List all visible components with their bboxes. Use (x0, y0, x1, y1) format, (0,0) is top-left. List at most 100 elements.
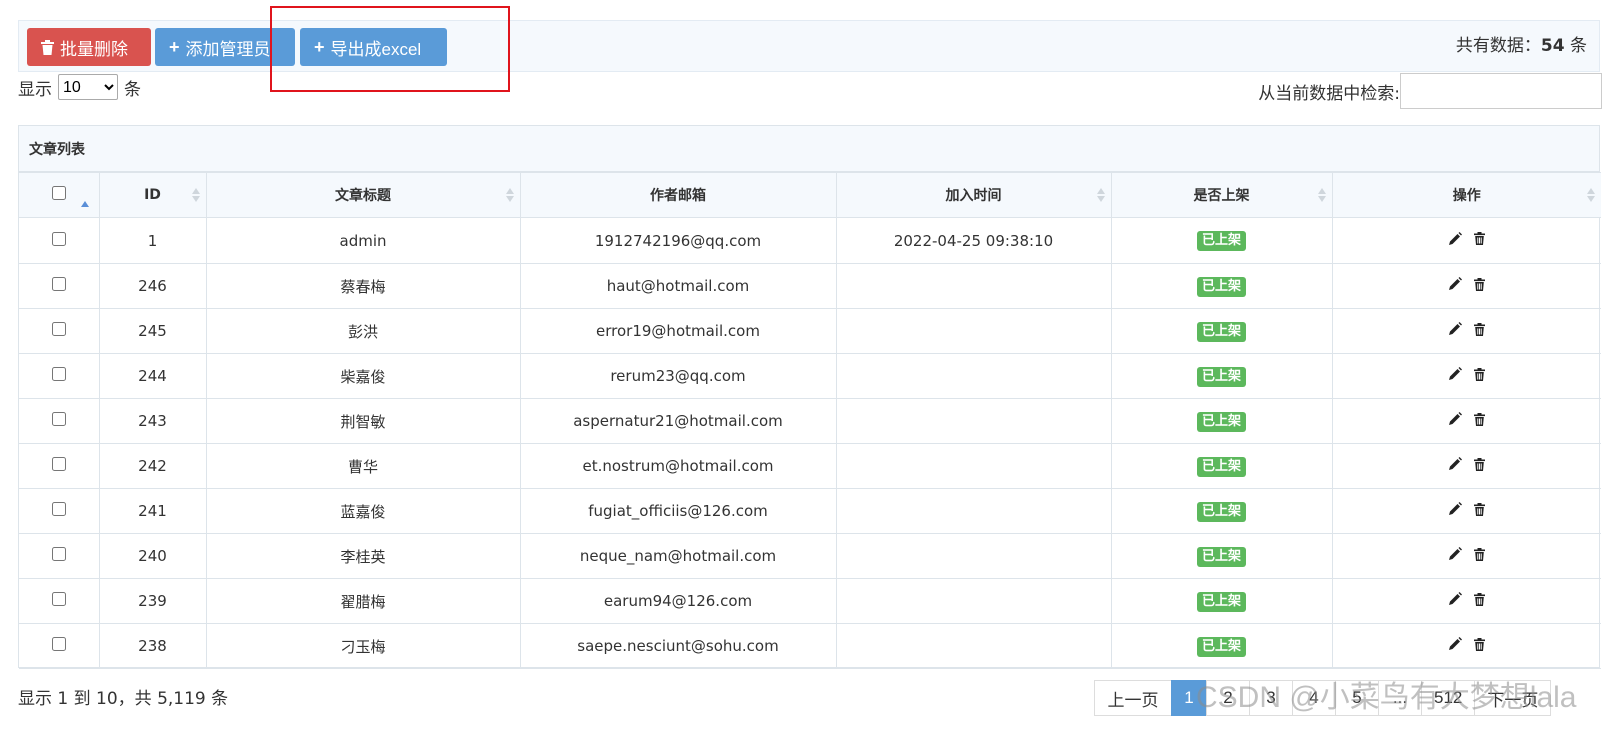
pencil-icon[interactable] (1448, 277, 1463, 291)
row-checkbox[interactable] (51, 322, 66, 336)
pencil-icon[interactable] (1448, 547, 1463, 561)
cell-email: earum94@126.com (519, 578, 837, 624)
search-input[interactable] (1400, 73, 1602, 109)
row-checkbox[interactable] (51, 367, 66, 381)
table-row: 240 李桂英 neque_nam@hotmail.com 已上架 (19, 533, 1601, 579)
sort-icon (1096, 188, 1105, 202)
cell-email: haut@hotmail.com (519, 263, 837, 309)
row-checkbox[interactable] (51, 592, 66, 606)
column-header-time[interactable]: 加入时间 (835, 172, 1112, 218)
cell-status: 已上架 (1110, 533, 1333, 579)
pencil-icon[interactable] (1448, 412, 1463, 426)
status-badge: 已上架 (1196, 321, 1246, 342)
table-row: 243 荆智敏 aspernatur21@hotmail.com 已上架 (19, 398, 1601, 444)
row-checkbox[interactable] (51, 412, 66, 426)
trash-icon[interactable] (1474, 277, 1486, 291)
pencil-icon[interactable] (1448, 502, 1463, 516)
cell-email: et.nostrum@hotmail.com (519, 443, 837, 489)
article-table: ID 文章标题 作者邮箱 加入时间 是否上架 操作 1 admin 191274… (19, 172, 1601, 669)
status-badge: 已上架 (1196, 456, 1246, 477)
plus-icon: + (314, 36, 325, 57)
page-length-select[interactable]: 10 (58, 74, 118, 100)
pencil-icon[interactable] (1448, 231, 1463, 246)
page-button-4[interactable]: 4 (1292, 680, 1336, 716)
prev-page-button[interactable]: 上一页 (1094, 680, 1172, 716)
pencil-icon[interactable] (1448, 367, 1463, 381)
row-checkbox[interactable] (51, 457, 66, 471)
trash-icon[interactable] (1474, 322, 1486, 336)
panel-title: 文章列表 (19, 126, 1599, 172)
row-select-cell (19, 353, 100, 399)
cell-email: neque_nam@hotmail.com (519, 533, 837, 579)
trash-icon[interactable] (1474, 232, 1486, 245)
cell-title: 蔡春梅 (205, 263, 521, 309)
table-row: 238 刁玉梅 saepe.nesciunt@sohu.com 已上架 (19, 623, 1601, 669)
cell-actions (1331, 488, 1601, 534)
batch-delete-button[interactable]: 批量删除 (27, 28, 151, 66)
page-button-2[interactable]: 2 (1206, 680, 1250, 716)
export-excel-button[interactable]: + 导出成excel (300, 28, 447, 66)
pencil-icon[interactable] (1448, 637, 1463, 651)
export-excel-label: 导出成excel (330, 39, 422, 59)
trash-icon[interactable] (1474, 367, 1486, 381)
cell-status: 已上架 (1110, 398, 1333, 444)
row-select-cell (19, 263, 100, 309)
toolbar: 批量删除 + 添加管理员 + 导出成excel 共有数据：54 条 (18, 20, 1600, 72)
add-admin-button[interactable]: + 添加管理员 (155, 28, 295, 66)
column-header-actions[interactable]: 操作 (1331, 172, 1601, 218)
page-button-last[interactable]: 512 (1421, 680, 1476, 716)
pagination: 上一页 1 2 3 4 5 ... 512 下一页 (1094, 680, 1552, 716)
trash-icon[interactable] (1474, 637, 1486, 651)
column-header-id[interactable]: ID (98, 172, 207, 218)
cell-id: 243 (98, 398, 207, 444)
trash-icon[interactable] (1474, 547, 1486, 561)
column-header-email: 作者邮箱 (519, 172, 837, 218)
row-select-cell (19, 578, 100, 624)
header-label: 文章标题 (335, 188, 391, 204)
cell-email: rerum23@qq.com (519, 353, 837, 399)
search-control: 从当前数据中检索: (1258, 73, 1602, 109)
trash-icon[interactable] (1474, 412, 1486, 426)
page-button-5[interactable]: 5 (1335, 680, 1379, 716)
cell-title: 蓝嘉俊 (205, 488, 521, 534)
page-button-1[interactable]: 1 (1171, 680, 1207, 716)
cell-actions (1331, 623, 1601, 669)
cell-status: 已上架 (1110, 263, 1333, 309)
row-checkbox[interactable] (51, 277, 66, 291)
sort-icon[interactable] (80, 185, 89, 207)
row-checkbox[interactable] (51, 502, 66, 516)
cell-status: 已上架 (1110, 623, 1333, 669)
page-button-3[interactable]: 3 (1249, 680, 1293, 716)
page-ellipsis: ... (1378, 680, 1422, 716)
table-row: 244 柴嘉俊 rerum23@qq.com 已上架 (19, 353, 1601, 399)
status-badge: 已上架 (1196, 636, 1246, 657)
row-select-cell (19, 217, 100, 264)
total-prefix: 共有数据： (1455, 36, 1541, 56)
cell-actions (1331, 353, 1601, 399)
table-row: 241 蓝嘉俊 fugiat_officiis@126.com 已上架 (19, 488, 1601, 534)
cell-status: 已上架 (1110, 488, 1333, 534)
column-header-status[interactable]: 是否上架 (1110, 172, 1333, 218)
header-label: 是否上架 (1193, 188, 1250, 204)
select-all-checkbox[interactable] (51, 186, 66, 200)
cell-status: 已上架 (1110, 308, 1333, 354)
pencil-icon[interactable] (1448, 592, 1463, 606)
column-header-title[interactable]: 文章标题 (205, 172, 521, 218)
trash-icon[interactable] (1474, 592, 1486, 606)
cell-id: 1 (98, 217, 207, 264)
next-page-button[interactable]: 下一页 (1474, 680, 1552, 716)
row-checkbox[interactable] (51, 547, 66, 561)
trash-icon[interactable] (1474, 457, 1486, 471)
pencil-icon[interactable] (1448, 322, 1463, 336)
page-length-control: 显示 10 条 (18, 74, 141, 100)
pencil-icon[interactable] (1448, 457, 1463, 471)
cell-id: 245 (98, 308, 207, 354)
cell-title: 刁玉梅 (205, 623, 521, 669)
row-select-cell (19, 488, 100, 534)
cell-title: 李桂英 (205, 533, 521, 579)
table-info-text: 显示 1 到 10，共 5,119 条 (18, 689, 229, 709)
trash-icon[interactable] (1474, 502, 1486, 516)
row-checkbox[interactable] (51, 637, 66, 651)
row-checkbox[interactable] (51, 231, 66, 246)
plus-icon: + (169, 36, 180, 57)
